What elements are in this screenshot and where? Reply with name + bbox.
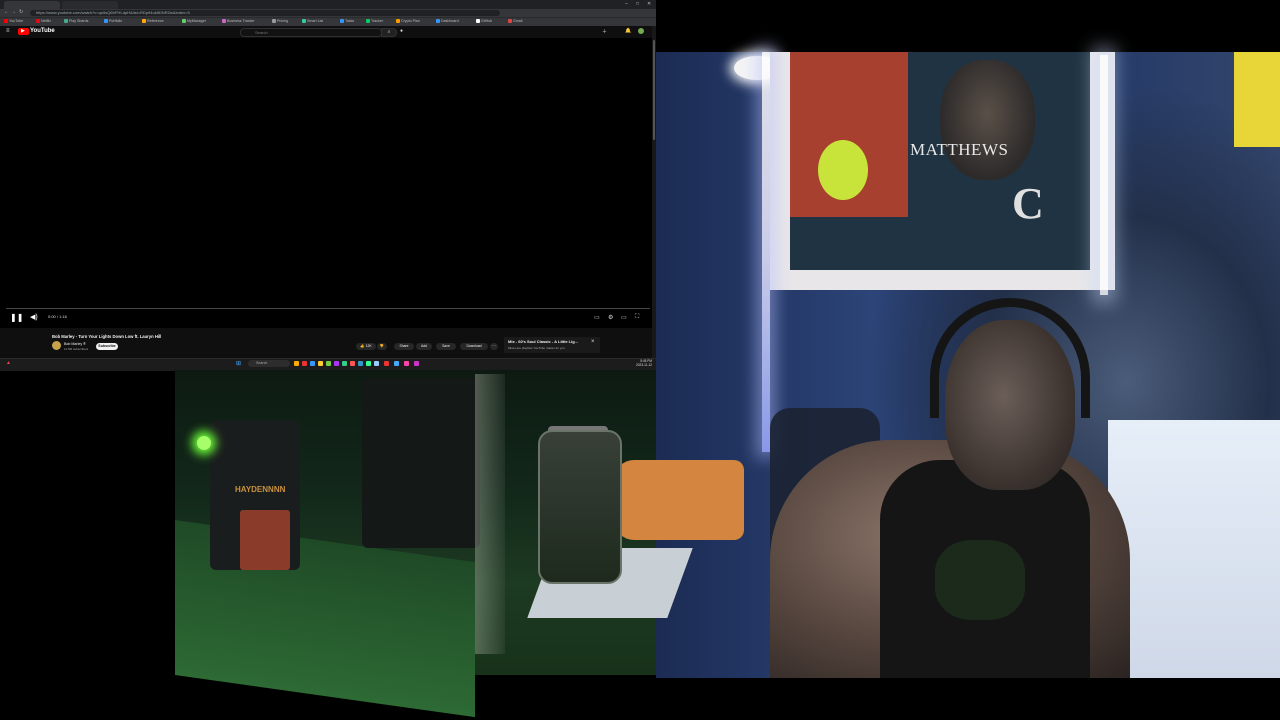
bookmark-item[interactable]: Business Tracker — [222, 19, 255, 24]
browser-tab-strip: – □ ✕ — [0, 0, 656, 9]
menu-icon[interactable]: ≡ — [6, 28, 10, 34]
pause-icon[interactable]: ❚❚ — [10, 313, 23, 322]
subscribe-button[interactable]: Subscribe — [96, 343, 118, 350]
minimize-icon[interactable]: – — [625, 1, 628, 7]
appliance — [1108, 420, 1280, 678]
bookmark-item[interactable]: GitHub — [476, 19, 492, 24]
app-icon[interactable] — [302, 361, 307, 366]
bookmark-item[interactable]: Pricing — [272, 19, 288, 24]
save-button[interactable]: Save — [436, 343, 456, 350]
poster-captain-letter: C — [1012, 179, 1044, 228]
bookmark-item[interactable]: Netflix — [36, 19, 51, 24]
green-light — [197, 436, 211, 450]
app-icon[interactable] — [404, 361, 409, 366]
like-count: 12K — [365, 344, 372, 348]
url-input[interactable]: https://www.youtube.com/watch?v=qu5sQ6hP… — [30, 10, 500, 16]
led-strip-light — [762, 52, 770, 452]
bookmark-item[interactable]: Play Shards — [64, 19, 88, 24]
search-input[interactable]: Search — [240, 28, 382, 37]
bookmark-item[interactable]: Dashboard — [436, 19, 459, 24]
mix-title[interactable]: Mix - 60's Soul Classic - A Little Lig..… — [508, 339, 578, 344]
app-icon[interactable] — [326, 361, 331, 366]
bookmark-item[interactable]: Gmail — [508, 19, 522, 24]
bookmark-item[interactable]: Crypto Plan — [396, 19, 420, 24]
bookmark-item[interactable]: Tasks — [340, 19, 354, 24]
volume-icon[interactable]: ◀) — [30, 313, 38, 321]
dislike-button[interactable]: 👎 — [377, 343, 387, 350]
settings-icon[interactable]: ⚙ — [608, 314, 613, 321]
poster-yellow-figure — [818, 140, 868, 200]
bookmark-item[interactable]: Smart List — [302, 19, 323, 24]
channel-subscribers: 11.5M subscribers — [64, 347, 89, 351]
poster-name-text: MATTHEWS — [910, 140, 1009, 159]
app-icon[interactable] — [358, 361, 363, 366]
weather-icon[interactable]: ▲ — [6, 360, 11, 366]
bookmark-item[interactable]: MyManager — [182, 19, 206, 24]
chrome-icon[interactable] — [318, 361, 323, 366]
video-player[interactable] — [0, 38, 656, 328]
video-time: 0:00 / 1:16 — [48, 314, 67, 319]
captions-icon[interactable]: ▭ — [594, 314, 600, 321]
scrollbar-thumb[interactable] — [653, 40, 655, 140]
channel-avatar[interactable] — [52, 341, 61, 350]
app-icon[interactable] — [342, 361, 347, 366]
bookmark-item[interactable]: YouTube — [4, 19, 23, 24]
create-icon[interactable]: ＋ — [602, 28, 607, 35]
app-icon[interactable] — [366, 361, 371, 366]
close-icon[interactable]: × — [591, 339, 595, 345]
close-window-icon[interactable]: ✕ — [647, 1, 651, 7]
led-strip-light — [1100, 55, 1108, 295]
bookmark-item[interactable]: Portfolio — [104, 19, 122, 24]
like-button[interactable]: 👍 12K — [356, 343, 376, 350]
taskbar-search-input[interactable]: Search — [248, 360, 290, 367]
download-button[interactable]: Download — [460, 343, 488, 350]
app-icon[interactable] — [384, 361, 389, 366]
mix-subtitle: Mixes are playlists YouTube makes for yo… — [508, 346, 565, 350]
person-hand — [935, 540, 1025, 620]
clock-date: 2023-11-12 — [636, 363, 653, 367]
bookmark-item[interactable]: Tracker — [366, 19, 383, 24]
channel-name[interactable]: Bob Marley ® — [64, 342, 86, 346]
app-icon[interactable] — [310, 361, 315, 366]
search-icon[interactable]: ⌕ — [381, 28, 397, 37]
fullscreen-icon[interactable]: ⛶ — [635, 314, 639, 321]
app-icon[interactable] — [394, 361, 399, 366]
red-box — [240, 510, 290, 570]
app-icon[interactable] — [414, 361, 419, 366]
reload-icon[interactable]: ↻ — [19, 9, 23, 15]
avatar[interactable] — [638, 28, 644, 34]
back-icon[interactable]: ← — [4, 9, 9, 15]
video-title: Bob Marley - Turn Your Lights Down Low f… — [52, 334, 162, 339]
theater-icon[interactable]: ▭ — [621, 314, 627, 321]
app-icon[interactable] — [374, 361, 379, 366]
app-icon[interactable] — [350, 361, 355, 366]
speaker — [362, 378, 480, 548]
maximize-icon[interactable]: □ — [636, 1, 639, 7]
thumbs-down-icon: 👎 — [379, 344, 385, 348]
bookmarks-bar: YouTube Netflix Play Shards Portfolio Re… — [0, 17, 656, 26]
glass-jar — [538, 430, 622, 584]
video-progress-bar[interactable] — [6, 308, 650, 309]
more-button[interactable]: ⋯ — [490, 343, 498, 350]
glass-tube — [475, 374, 505, 654]
browser-tab[interactable] — [4, 1, 60, 9]
share-button[interactable]: Share — [394, 343, 414, 350]
notifications-icon[interactable]: 🔔 — [625, 28, 631, 34]
start-icon[interactable]: ⊞ — [236, 360, 241, 367]
container-label: HAYDENNNN — [235, 485, 286, 494]
microphone-icon[interactable]: ● — [400, 28, 403, 34]
taskbar-clock[interactable]: 5:45 PM 2023-11-12 — [636, 359, 652, 367]
thumbs-up-icon: 👍 — [360, 344, 365, 348]
sneakers — [614, 460, 744, 540]
app-icon[interactable] — [334, 361, 339, 366]
forward-icon[interactable]: → — [11, 9, 16, 15]
file-explorer-icon[interactable] — [294, 361, 299, 366]
yellow-object — [1234, 52, 1280, 147]
add-button[interactable]: Add — [416, 343, 432, 350]
youtube-logo-icon[interactable]: ▶ — [18, 28, 29, 35]
poster-portrait — [940, 60, 1035, 180]
youtube-logo-text[interactable]: YouTube — [30, 28, 55, 34]
browser-tab[interactable] — [62, 1, 118, 9]
bookmark-item[interactable]: Reference — [142, 19, 164, 24]
